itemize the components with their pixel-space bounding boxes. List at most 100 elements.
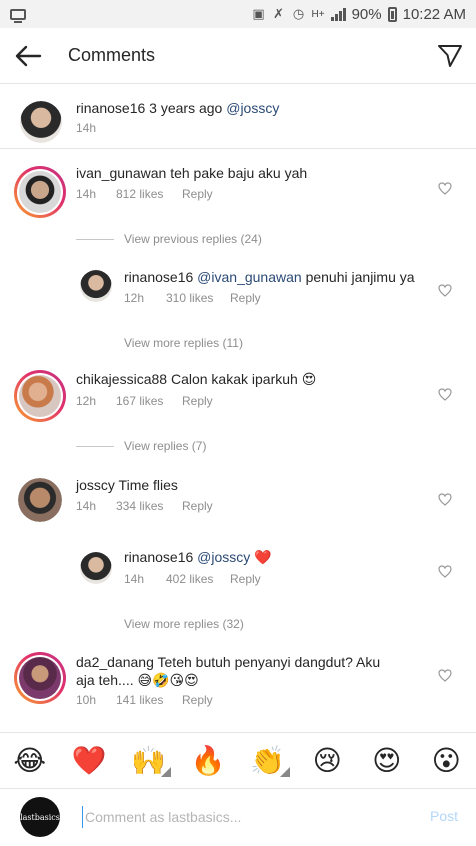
mention-link[interactable]: @josscy: [226, 100, 279, 116]
emoji-surprised-button[interactable]: 😮: [426, 741, 466, 781]
avatar[interactable]: [14, 652, 66, 704]
avatar[interactable]: [14, 370, 66, 422]
timestamp: 14h: [76, 121, 97, 135]
view-replies-label: View more replies (11): [124, 336, 243, 350]
comment-item: chikajessica88 Calon kakak iparkuh 😍 12h…: [0, 356, 476, 436]
heart-emoji: ❤️: [254, 549, 272, 565]
reply-body: penuhi janjimu ya: [305, 269, 415, 285]
like-button[interactable]: [436, 281, 454, 299]
emoji-quick-bar: 😂 ❤️ 🙌 🔥 👏 😢 😍 😮: [0, 732, 476, 788]
comment-item: josscy Time flies 14h 334 likes Reply: [0, 462, 476, 538]
view-replies-label: View more replies (32): [124, 617, 244, 631]
reply-meta: 12h 310 likes Reply: [124, 291, 261, 305]
avatar[interactable]: [18, 478, 62, 522]
username[interactable]: josscy: [76, 477, 115, 493]
caption-body: 3 years ago: [149, 100, 223, 116]
skin-tone-indicator: [279, 766, 290, 777]
avatar[interactable]: [20, 101, 62, 143]
paper-plane-icon: [438, 44, 462, 67]
reply-button[interactable]: Reply: [182, 187, 213, 201]
comment-text: ivan_gunawan teh pake baju aku yah: [76, 164, 307, 182]
reply-item: rinanose16 @ivan_gunawan penuhi janjimu …: [0, 258, 476, 328]
caption: rinanose16 3 years ago @josscy 14h: [0, 85, 476, 149]
like-count[interactable]: 141 likes: [116, 693, 182, 707]
mention-link[interactable]: @josscy: [197, 549, 250, 565]
battery-percent: 90%: [351, 5, 382, 23]
share-button[interactable]: [424, 28, 476, 84]
reply-button[interactable]: Reply: [230, 572, 261, 586]
username[interactable]: rinanose16: [76, 100, 145, 116]
comment-meta: 14h 334 likes Reply: [76, 499, 213, 513]
page-title: Comments: [68, 45, 156, 65]
timestamp: 10h: [76, 693, 97, 707]
heart-outline-icon: [438, 668, 452, 682]
comment-body: teh pake baju aku yah: [170, 165, 308, 181]
reply-text: rinanose16 @ivan_gunawan penuhi janjimu …: [124, 268, 415, 286]
emoji-raised-hands-button[interactable]: 🙌: [129, 741, 171, 781]
like-count[interactable]: 167 likes: [116, 394, 182, 408]
comment-body: Teteh butuh penyanyi dangdut? Aku: [157, 654, 381, 670]
timestamp: 14h: [76, 499, 97, 513]
comment-composer: lastbasics Post: [0, 788, 476, 846]
heart-outline-icon: [438, 492, 452, 506]
view-replies-link[interactable]: View replies (7): [76, 439, 206, 453]
view-replies-link[interactable]: View previous replies (24): [76, 232, 262, 246]
like-button[interactable]: [436, 385, 454, 403]
username[interactable]: rinanose16: [124, 269, 193, 285]
comment-body: aja teh....: [76, 672, 134, 688]
signal-icon: [330, 7, 346, 21]
comment-text: chikajessica88 Calon kakak iparkuh 😍: [76, 370, 316, 388]
mention-link[interactable]: @ivan_gunawan: [197, 269, 302, 285]
username[interactable]: da2_danang: [76, 654, 154, 670]
avatar[interactable]: [14, 166, 66, 218]
heart-outline-icon: [438, 564, 452, 578]
like-count[interactable]: 310 likes: [166, 291, 230, 305]
view-replies-label: View previous replies (24): [124, 232, 262, 246]
username[interactable]: rinanose16: [124, 549, 193, 565]
back-button[interactable]: [0, 28, 56, 84]
arrow-left-icon: [15, 45, 42, 66]
heart-outline-icon: [438, 181, 452, 195]
comment-text-line2: aja teh.... 😅🤣😘😍: [76, 671, 199, 689]
reply-button[interactable]: Reply: [182, 394, 213, 408]
username[interactable]: chikajessica88: [76, 371, 167, 387]
comment-body: Time flies: [118, 477, 178, 493]
view-more-replies-link[interactable]: View more replies (32): [124, 617, 244, 631]
comment-item: ivan_gunawan teh pake baju aku yah 14h 8…: [0, 150, 476, 230]
emoji-cry-button[interactable]: 😢: [307, 741, 347, 781]
emoji-joy-button[interactable]: 😂: [10, 741, 50, 781]
emoji: 😍: [301, 371, 317, 387]
like-button[interactable]: [436, 490, 454, 508]
clock: 10:22 AM: [402, 5, 466, 23]
emoji-clap-button[interactable]: 👏: [248, 741, 290, 781]
comment-text: josscy Time flies: [76, 476, 178, 494]
lock-icon: ▣: [252, 6, 265, 21]
alarm-icon: ◷: [292, 6, 305, 21]
like-button[interactable]: [436, 666, 454, 684]
network-type: H+: [311, 8, 325, 20]
reply-button[interactable]: Reply: [182, 499, 213, 513]
timestamp: 14h: [76, 187, 97, 201]
reply-meta: 14h 402 likes Reply: [124, 572, 261, 586]
like-count[interactable]: 812 likes: [116, 187, 182, 201]
emoji-heart-button[interactable]: ❤️: [69, 741, 109, 781]
post-button[interactable]: Post: [430, 808, 458, 824]
comment-item: da2_danang Teteh butuh penyanyi dangdut?…: [0, 640, 476, 730]
emoji-fire-button[interactable]: 🔥: [188, 741, 228, 781]
emoji-heart-eyes-button[interactable]: 😍: [367, 741, 407, 781]
battery-icon: [387, 6, 397, 22]
avatar[interactable]: [80, 552, 112, 584]
like-count[interactable]: 402 likes: [166, 572, 230, 586]
avatar[interactable]: [80, 270, 112, 302]
like-count[interactable]: 334 likes: [116, 499, 182, 513]
view-more-replies-link[interactable]: View more replies (11): [124, 336, 243, 350]
reply-button[interactable]: Reply: [182, 693, 213, 707]
comment-text: da2_danang Teteh butuh penyanyi dangdut?…: [76, 653, 380, 671]
like-button[interactable]: [436, 179, 454, 197]
comment-meta: 14h 812 likes Reply: [76, 187, 213, 201]
like-button[interactable]: [436, 562, 454, 580]
reply-button[interactable]: Reply: [230, 291, 261, 305]
comment-input[interactable]: [82, 806, 402, 828]
view-replies-label: View replies (7): [124, 439, 207, 453]
username[interactable]: ivan_gunawan: [76, 165, 166, 181]
